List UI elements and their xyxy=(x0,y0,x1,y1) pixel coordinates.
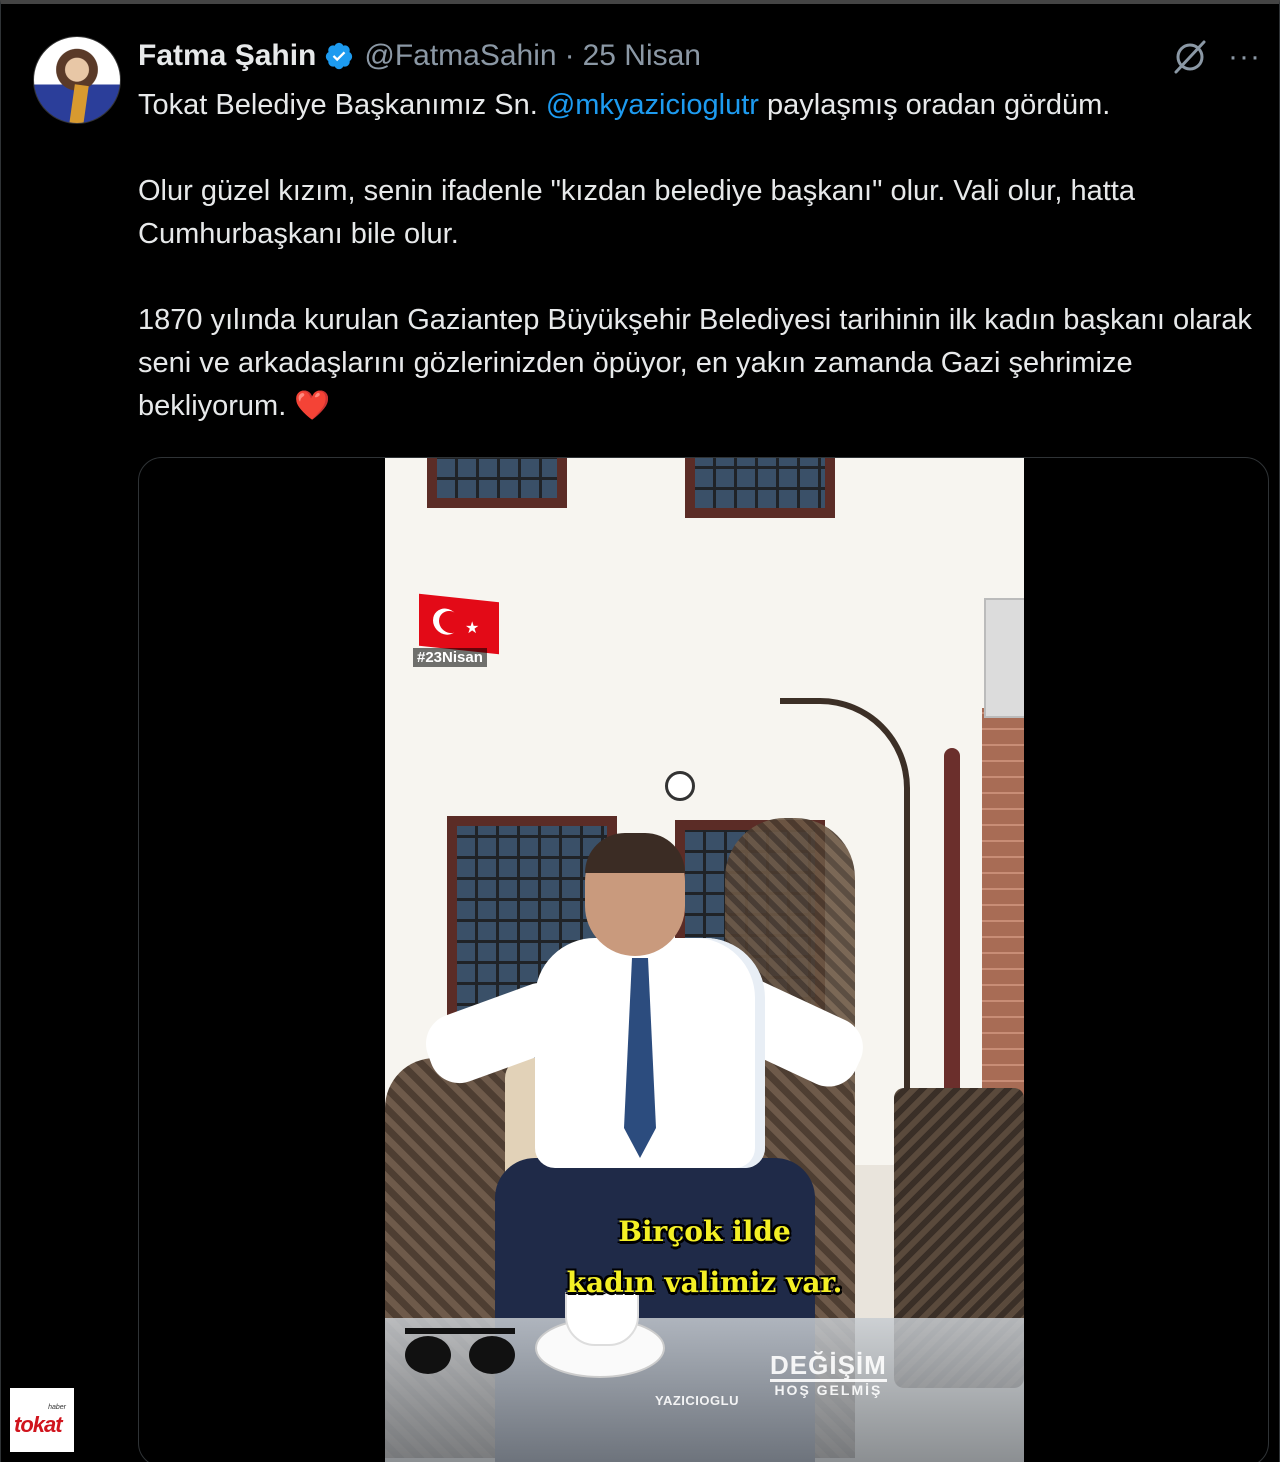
post-date[interactable]: 25 Nisan xyxy=(583,39,701,73)
tweet-paragraph-1: Tokat Belediye Başkanımız Sn. @mkyazicio… xyxy=(138,84,1258,127)
heart-emoji: ❤️ xyxy=(294,390,331,422)
watermark-small: haber xyxy=(48,1404,66,1411)
tweet-p1-after: paylaşmış oradan gördüm. xyxy=(758,89,1111,121)
video-logo-left: YAZICIOGLU xyxy=(655,1393,739,1408)
avatar-scarf xyxy=(69,84,89,123)
video-subtitle-line-2: kadın valimiz var. xyxy=(566,1266,843,1299)
watermark-logo: haber tokat xyxy=(10,1388,74,1452)
watermark-brand: tokat xyxy=(14,1412,63,1437)
author-name[interactable]: Fatma Şahin xyxy=(138,39,316,73)
video-player[interactable]: ★ #23Nisan Birçok ilde kadın valimiz var… xyxy=(385,458,1024,1462)
video-subtitle-line-1: Birçok ilde xyxy=(618,1215,791,1248)
tweet-header: Fatma Şahin @FatmaSahin · 25 Nisan xyxy=(138,36,701,76)
flag-star-icon: ★ xyxy=(465,620,480,637)
tweet-text: Tokat Belediye Başkanımız Sn. @mkyazicio… xyxy=(138,84,1258,471)
mention-link[interactable]: @mkyazicioglutr xyxy=(546,89,759,121)
grok-icon[interactable] xyxy=(1170,38,1210,76)
air-conditioner xyxy=(984,598,1024,718)
avatar[interactable] xyxy=(33,36,121,124)
media-container[interactable]: ★ #23Nisan Birçok ilde kadın valimiz var… xyxy=(138,457,1269,1462)
turkish-flag-icon xyxy=(419,593,499,655)
window-top-right xyxy=(685,458,835,518)
tweet-paragraph-2: Olur güzel kızım, senin ifadenle "kızdan… xyxy=(138,175,1135,250)
author-handle[interactable]: @FatmaSahin xyxy=(364,39,556,73)
tweet-p1-before: Tokat Belediye Başkanımız Sn. xyxy=(138,89,546,121)
sunglasses xyxy=(405,1328,515,1374)
separator-dot: · xyxy=(564,39,575,72)
video-hashtag: #23Nisan xyxy=(413,648,487,667)
window-top-left xyxy=(427,458,567,508)
coffee-cup xyxy=(535,1292,665,1378)
tweet-paragraph-3: 1870 yılında kurulan Gaziantep Büyükşehi… xyxy=(138,299,1258,428)
video-logo-right-title: DEĞİŞİM xyxy=(770,1350,887,1382)
more-options-button[interactable]: ··· xyxy=(1228,40,1261,74)
wall-lamp xyxy=(665,771,695,801)
verified-badge-icon xyxy=(326,42,353,70)
video-logo-right: DEĞİŞİM HOŞ GELMİŞ xyxy=(770,1351,887,1398)
video-logo-right-subtitle: HOŞ GELMİŞ xyxy=(774,1382,883,1398)
